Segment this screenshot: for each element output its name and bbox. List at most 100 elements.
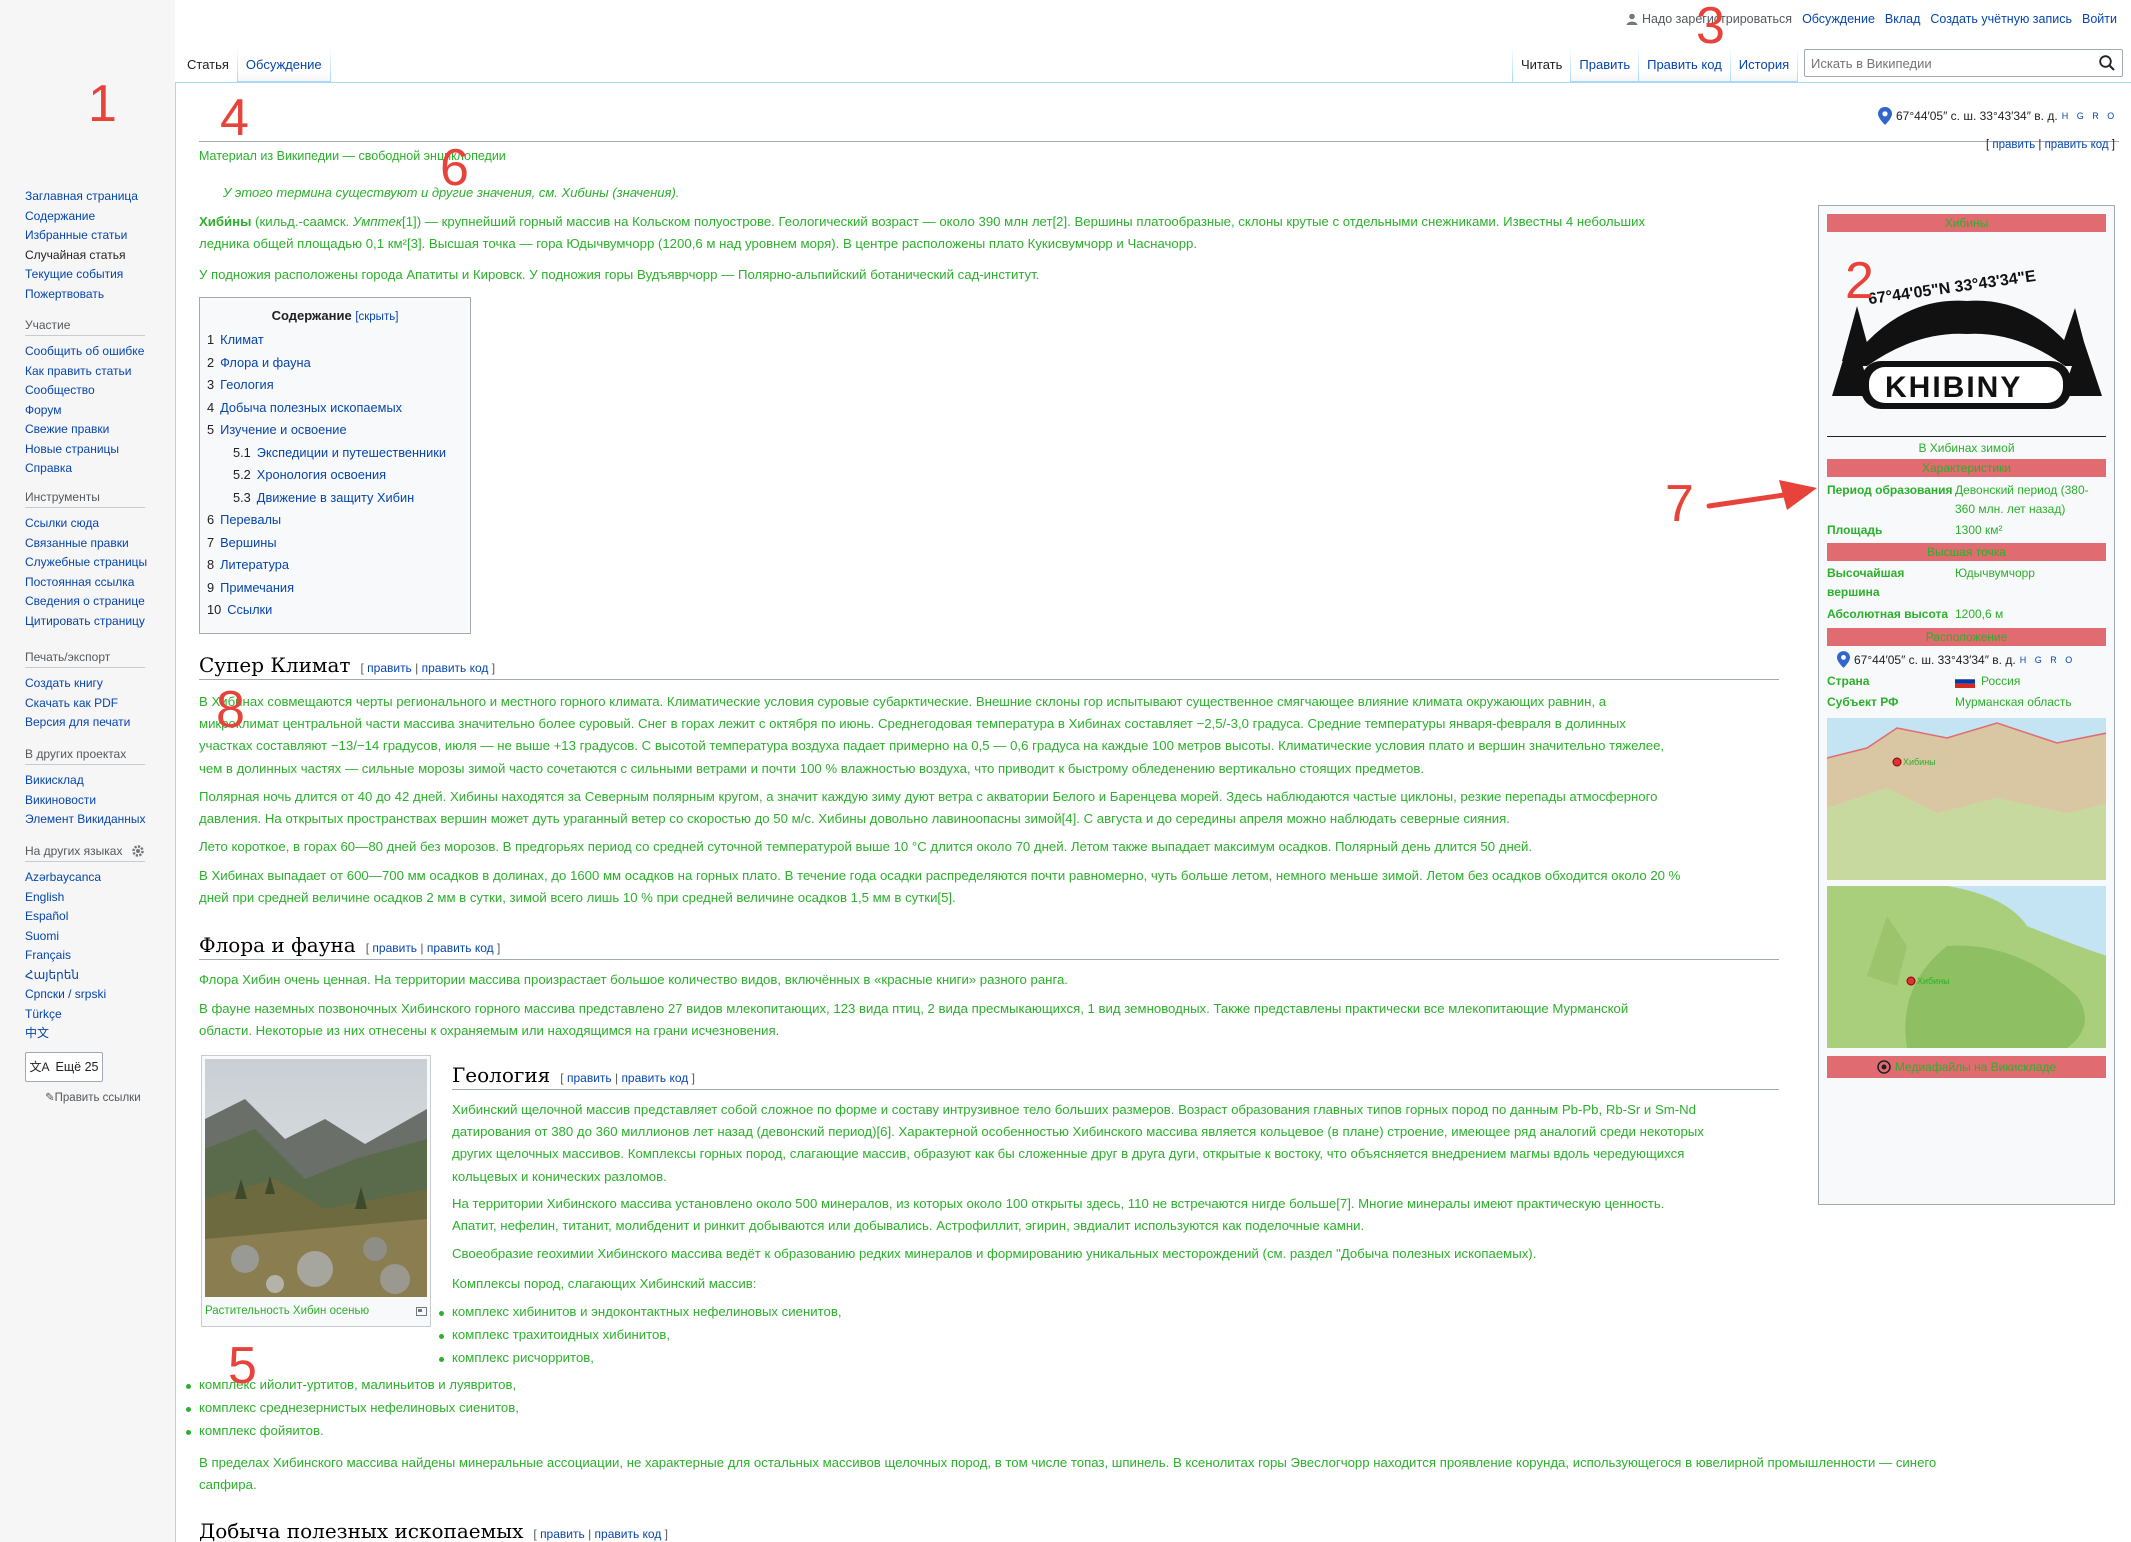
toc-number: 4 bbox=[207, 399, 215, 415]
tab-read[interactable]: Читать bbox=[1513, 46, 1571, 82]
toc-item[interactable]: 5 Изучение и освоение bbox=[207, 419, 463, 442]
sidebar-nav-link[interactable]: Пожертвовать bbox=[25, 285, 175, 305]
sidebar-tools-link[interactable]: Ссылки сюда bbox=[25, 514, 175, 534]
sidebar-print: Печать/экспорт Создать книгу Скачать как … bbox=[25, 650, 175, 733]
edit-code-link[interactable]: править код bbox=[427, 941, 494, 955]
search-box bbox=[1804, 49, 2123, 77]
sidebar-language-link[interactable]: Հայերեն bbox=[25, 966, 175, 986]
edit-link[interactable]: править bbox=[367, 661, 412, 675]
infobox-coords[interactable]: 67°44′05″ с. ш. 33°43′34″ в. д. H G R O bbox=[1837, 651, 2110, 668]
toc-item[interactable]: 3 Геология bbox=[207, 374, 463, 397]
tab-talk[interactable]: Обсуждение bbox=[237, 46, 330, 82]
toc-item[interactable]: 6 Перевалы bbox=[207, 509, 463, 532]
sidebar-nav-link[interactable]: Случайная статья bbox=[25, 246, 175, 266]
sidebar-participation-link[interactable]: Новые страницы bbox=[25, 440, 175, 460]
sidebar-language-link[interactable]: Српски / srpski bbox=[25, 985, 175, 1005]
toc-item[interactable]: 2 Флора и фауна bbox=[207, 352, 463, 375]
sidebar-nav-link[interactable]: Текущие события bbox=[25, 265, 175, 285]
toc-item[interactable]: 8 Литература bbox=[207, 554, 463, 577]
edit-interlanguage-links[interactable]: ✎Править ссылки bbox=[45, 1090, 175, 1104]
edit-code-link[interactable]: править код bbox=[621, 1071, 688, 1085]
sidebar-language-link[interactable]: Türkçe bbox=[25, 1005, 175, 1025]
sidebar-project-link[interactable]: Элемент Викиданных bbox=[25, 810, 175, 830]
row-value: Девонский период (380-360 млн. лет назад… bbox=[1955, 483, 2089, 516]
edit-link[interactable]: править bbox=[540, 1527, 585, 1541]
toc-toggle[interactable]: [скрыть] bbox=[355, 311, 398, 323]
sidebar-participation-link[interactable]: Свежие правки bbox=[25, 420, 175, 440]
sidebar-language-link[interactable]: Azərbaycanca bbox=[25, 868, 175, 888]
commons-icon bbox=[1877, 1060, 1891, 1074]
sidebar-tools-link[interactable]: Постоянная ссылка bbox=[25, 573, 175, 593]
region-location-map[interactable]: Хибины bbox=[1827, 886, 2106, 1048]
toc-item[interactable]: 7 Вершины bbox=[207, 532, 463, 555]
commons-link[interactable]: Медиафайлы на Викискладе bbox=[1827, 1056, 2106, 1078]
sidebar-participation-link[interactable]: Как править статьи bbox=[25, 362, 175, 382]
sidebar-language-link[interactable]: 中文 bbox=[25, 1024, 175, 1044]
tab-edit[interactable]: Править bbox=[1571, 46, 1639, 82]
edit-code-link[interactable]: править код bbox=[422, 661, 489, 675]
text: (кильд.-саамск. bbox=[251, 214, 353, 229]
row-key: Абсолютная высота bbox=[1827, 607, 1949, 621]
tab-history[interactable]: История bbox=[1730, 46, 1798, 82]
toc-item[interactable]: 4 Добыча полезных ископаемых bbox=[207, 397, 463, 420]
autumn-valley-photo[interactable] bbox=[205, 1059, 427, 1297]
edit-link[interactable]: править bbox=[1992, 139, 2035, 151]
sidebar-print-link[interactable]: Версия для печати bbox=[25, 713, 175, 733]
sidebar-print-link[interactable]: Создать книгу bbox=[25, 674, 175, 694]
login-link[interactable]: Войти bbox=[2082, 12, 2117, 26]
sidebar-nav-link[interactable]: Заглавная страница bbox=[25, 187, 175, 207]
sidebar-participation-link[interactable]: Сообщить об ошибке bbox=[25, 342, 175, 362]
talk-link[interactable]: Обсуждение bbox=[1802, 12, 1875, 26]
tab-article[interactable]: Статья bbox=[179, 46, 237, 82]
edit-link[interactable]: править bbox=[372, 941, 417, 955]
sidebar-print-link[interactable]: Скачать как PDF bbox=[25, 694, 175, 714]
sidebar-language-link[interactable]: English bbox=[25, 888, 175, 908]
translate-icon: 文A bbox=[29, 1060, 50, 1074]
toc-item[interactable]: 5.3 Движение в защиту Хибин bbox=[207, 487, 463, 510]
section-heading-geology: Геология [ править | править код ] bbox=[452, 1063, 1779, 1090]
toc-item[interactable]: 5.2 Хронология освоения bbox=[207, 464, 463, 487]
russia-location-map[interactable]: Хибины bbox=[1827, 718, 2106, 880]
sidebar-project-link[interactable]: Викисклад bbox=[25, 771, 175, 791]
sidebar-language-link[interactable]: Español bbox=[25, 907, 175, 927]
infobox-row: Субъект РФ Мурманская область bbox=[1823, 693, 2110, 712]
toc-item[interactable]: 1 Климат bbox=[207, 329, 463, 352]
sidebar-nav-link[interactable]: Содержание bbox=[25, 207, 175, 227]
sidebar-participation-link[interactable]: Форум bbox=[25, 401, 175, 421]
infobox-title: Хибины bbox=[1827, 214, 2106, 232]
thumb-caption: Растительность Хибин осенью bbox=[205, 1305, 370, 1317]
section-edit-links: [ править | править код ] bbox=[533, 1527, 669, 1541]
paragraph-line: Полярная ночь длится от 40 до 42 дней. Х… bbox=[199, 789, 1658, 804]
sidebar-tools-link[interactable]: Связанные правки bbox=[25, 534, 175, 554]
climate-paragraph-3: Лето короткое, в горах 60—80 дней без мо… bbox=[199, 839, 1533, 854]
climate-paragraph-1: В Хибинах совмещаются черты региональног… bbox=[199, 691, 1664, 780]
sidebar-nav-link[interactable]: Избранные статьи bbox=[25, 226, 175, 246]
search-icon[interactable] bbox=[2098, 54, 2116, 72]
sidebar-language-link[interactable]: Suomi bbox=[25, 927, 175, 947]
sidebar-project-link[interactable]: Викиновости bbox=[25, 791, 175, 811]
contributions-link[interactable]: Вклад bbox=[1885, 12, 1921, 26]
sidebar-tools: Инструменты Ссылки сюда Связанные правки С… bbox=[25, 490, 175, 631]
sidebar-language-link[interactable]: Français bbox=[25, 946, 175, 966]
sidebar-participation-link[interactable]: Сообщество bbox=[25, 381, 175, 401]
sidebar-participation-link[interactable]: Справка bbox=[25, 459, 175, 479]
edit-code-link[interactable]: править код bbox=[595, 1527, 662, 1541]
magnify-icon[interactable] bbox=[416, 1306, 427, 1316]
toc-item[interactable]: 5.1 Экспедиции и путешественники bbox=[207, 442, 463, 465]
create-account-link[interactable]: Создать учётную запись bbox=[1930, 12, 2072, 26]
sidebar-tools-link[interactable]: Служебные страницы bbox=[25, 553, 175, 573]
geology-paragraph-4: Комплексы пород, слагающих Хибинский мас… bbox=[452, 1276, 757, 1291]
gear-icon[interactable] bbox=[131, 844, 145, 858]
toc-item[interactable]: 10 Ссылки bbox=[207, 599, 463, 622]
edit-code-link[interactable]: править код bbox=[2045, 139, 2109, 151]
toc-title-text: Содержание bbox=[271, 308, 352, 323]
paragraph-line: датирования от 380 до 360 миллионов лет … bbox=[452, 1124, 1704, 1140]
toc-item[interactable]: 9 Примечания bbox=[207, 577, 463, 600]
search-input[interactable] bbox=[1805, 50, 2085, 76]
sidebar-tools-link[interactable]: Цитировать страницу bbox=[25, 612, 175, 632]
coordinates[interactable]: 67°44′05″ с. ш. 33°43′34″ в. д. H G R O bbox=[1878, 107, 2117, 125]
more-languages-button[interactable]: 文A Ещё 25 bbox=[25, 1051, 103, 1082]
edit-link[interactable]: править bbox=[567, 1071, 612, 1085]
sidebar-heading: Инструменты bbox=[25, 490, 145, 508]
sidebar-tools-link[interactable]: Сведения о странице bbox=[25, 592, 175, 612]
